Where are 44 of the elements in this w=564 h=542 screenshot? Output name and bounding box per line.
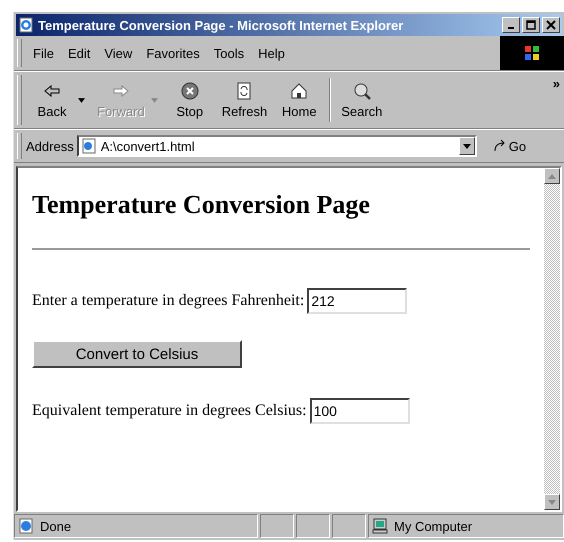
stop-icon: [180, 81, 200, 101]
dropdown-arrow-icon[interactable]: [462, 144, 471, 148]
minimize-icon: [508, 27, 514, 29]
menu-item[interactable]: Edit: [60, 44, 98, 62]
toolbar-button[interactable]: Home: [273, 79, 326, 121]
status-pane: [296, 514, 330, 538]
window-title: Temperature Conversion Page - Microsoft Internet Explorer: [38, 18, 404, 32]
menu-item[interactable]: Favorites: [139, 44, 207, 62]
status-text: Done: [40, 518, 72, 534]
close-button[interactable]: [542, 17, 560, 33]
toolbar-button[interactable]: Refresh: [216, 79, 274, 121]
computer-icon: [372, 518, 388, 534]
search-icon: [352, 81, 372, 101]
toolbar-button[interactable]: Search: [335, 79, 388, 121]
fahrenheit-field[interactable]: 212: [307, 288, 408, 314]
dropdown-arrow-icon[interactable]: [78, 98, 85, 102]
celsius-label: Equivalent temperature in degrees Celsius:: [32, 402, 307, 420]
more-buttons-chevron[interactable]: »: [552, 76, 560, 91]
ie-logo-icon: [18, 518, 34, 534]
windows-logo: [500, 36, 564, 70]
status-pane: [260, 514, 294, 538]
close-icon: [546, 20, 556, 30]
go-arrow-icon: [492, 139, 507, 153]
maximize-icon: [526, 20, 536, 30]
go-button[interactable]: Go: [486, 138, 532, 154]
status-pane: [332, 514, 366, 538]
zone-text: My Computer: [394, 518, 472, 534]
address-field[interactable]: A:\convert1.html: [76, 135, 477, 157]
minimize-button[interactable]: [502, 17, 520, 33]
address-label: Address: [26, 138, 74, 154]
convert-button[interactable]: Convert to Celsius: [32, 340, 242, 368]
page-icon: [80, 138, 97, 154]
ie-logo-icon: [18, 17, 34, 33]
menu-item[interactable]: Help: [251, 44, 292, 62]
menu-item[interactable]: View: [97, 44, 140, 62]
maximize-button[interactable]: [522, 17, 540, 33]
celsius-field[interactable]: 100: [310, 398, 410, 424]
house-icon: [289, 81, 310, 101]
toolbar-button[interactable]: Back: [26, 79, 78, 121]
menu-item[interactable]: File: [26, 44, 61, 62]
toolbar-button[interactable]: Stop: [164, 79, 216, 121]
menu-item[interactable]: Tools: [206, 44, 252, 62]
fahrenheit-label: Enter a temperature in degrees Fahrenheit:: [32, 292, 304, 310]
page-heading: Temperature Conversion Page: [32, 190, 371, 220]
